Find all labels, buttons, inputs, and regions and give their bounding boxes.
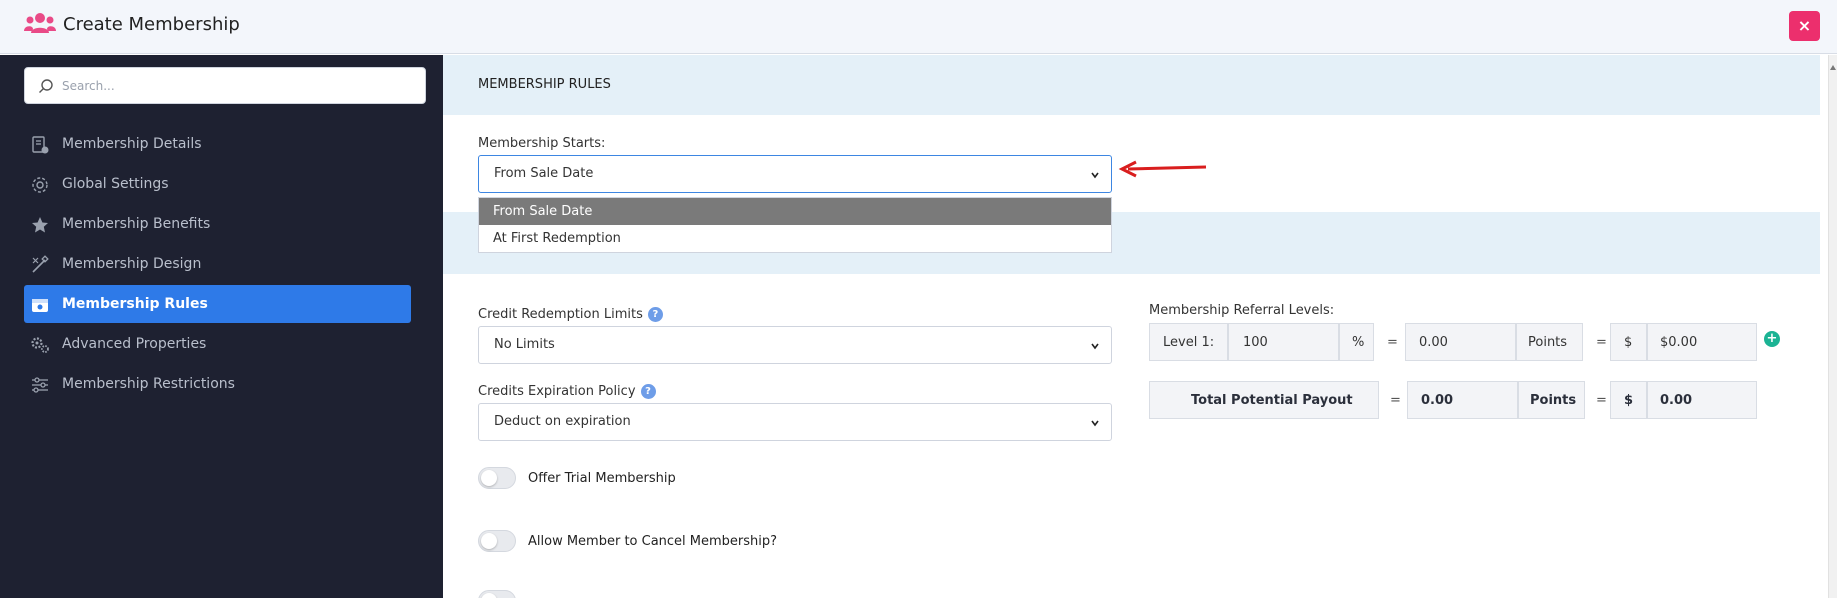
sidebar-item-advanced-properties[interactable]: Advanced Properties	[24, 325, 411, 363]
chevron-down-icon	[1091, 343, 1099, 350]
sidebar-item-label: Membership Details	[62, 136, 202, 152]
total-amount-value: 0.00	[1647, 381, 1757, 419]
close-button[interactable]: ×	[1789, 11, 1820, 41]
annotation-arrow-icon	[1118, 160, 1207, 178]
search-box[interactable]	[24, 67, 426, 104]
level-label-cell: Level 1:	[1149, 323, 1228, 361]
page-title: Create Membership	[63, 14, 240, 35]
sidebar-item-membership-rules[interactable]: Membership Rules	[24, 285, 411, 323]
scrollbar[interactable]	[1828, 55, 1837, 598]
select-value: From Sale Date	[494, 166, 594, 181]
equals-sign: =	[1390, 393, 1401, 408]
search-input[interactable]	[62, 76, 412, 96]
membership-starts-label: Membership Starts:	[478, 136, 606, 151]
referral-levels-label: Membership Referral Levels:	[1149, 303, 1335, 318]
trial-membership-label: Offer Trial Membership	[528, 471, 676, 486]
expiration-label: Credits Expiration Policy?	[478, 384, 656, 399]
credit-limits-label: Credit Redemption Limits?	[478, 307, 663, 322]
chevron-down-icon	[1091, 420, 1099, 427]
document-icon	[32, 136, 49, 154]
sidebar-item-label: Membership Benefits	[62, 216, 211, 232]
sidebar-item-label: Advanced Properties	[62, 336, 207, 352]
sidebar-item-label: Membership Design	[62, 256, 202, 272]
scroll-up-icon[interactable]	[1830, 65, 1836, 70]
amount-input[interactable]: $0.00	[1647, 323, 1757, 361]
total-payout-label-cell: Total Potential Payout	[1149, 381, 1379, 419]
points-input[interactable]: 0.00	[1405, 323, 1516, 361]
sidebar: Membership Details Global Settings Membe…	[0, 55, 443, 598]
gear-icon	[32, 177, 48, 193]
design-tools-icon	[32, 255, 49, 273]
select-value: No Limits	[494, 337, 555, 352]
sidebar-item-membership-design[interactable]: Membership Design	[24, 245, 411, 283]
users-icon	[24, 13, 56, 33]
currency-addon: $	[1610, 323, 1647, 361]
help-icon[interactable]: ?	[640, 384, 656, 399]
sidebar-item-label: Global Settings	[62, 176, 169, 192]
dropdown-option[interactable]: From Sale Date	[479, 198, 1111, 225]
trial-membership-toggle[interactable]	[478, 467, 516, 489]
gears-icon	[31, 337, 49, 353]
allow-cancel-label: Allow Member to Cancel Membership?	[528, 534, 778, 549]
membership-starts-dropdown: From Sale Date At First Redemption	[478, 197, 1112, 253]
expiration-select[interactable]: Deduct on expiration	[478, 403, 1112, 441]
sidebar-item-label: Membership Rules	[62, 296, 208, 312]
level-percent-input[interactable]: 100	[1228, 323, 1339, 361]
total-points-value: 0.00	[1407, 381, 1518, 419]
ticket-icon	[32, 299, 48, 312]
section-header: MEMBERSHIP RULES	[443, 55, 1820, 115]
sidebar-item-label: Membership Restrictions	[62, 376, 235, 392]
equals-sign: =	[1596, 393, 1607, 408]
main-content: MEMBERSHIP RULES Membership Starts: From…	[443, 55, 1828, 598]
app-header: Create Membership ×	[0, 0, 1837, 54]
sidebar-item-global-settings[interactable]: Global Settings	[24, 165, 411, 203]
total-currency-addon: $	[1610, 381, 1647, 419]
help-icon[interactable]: ?	[647, 307, 663, 322]
toggle-partial[interactable]	[478, 590, 516, 598]
percent-addon: %	[1339, 323, 1374, 361]
credit-limits-select[interactable]: No Limits	[478, 326, 1112, 364]
equals-sign: =	[1596, 335, 1607, 350]
search-icon	[39, 79, 53, 93]
dropdown-option[interactable]: At First Redemption	[479, 225, 1111, 252]
membership-starts-select[interactable]: From Sale Date	[478, 155, 1112, 193]
sliders-icon	[32, 377, 48, 393]
sidebar-item-membership-benefits[interactable]: Membership Benefits	[24, 205, 411, 243]
total-points-addon: Points	[1518, 381, 1585, 419]
sidebar-item-membership-details[interactable]: Membership Details	[24, 125, 411, 163]
add-level-button[interactable]: +	[1764, 331, 1780, 347]
chevron-down-icon	[1091, 172, 1099, 179]
sidebar-item-membership-restrictions[interactable]: Membership Restrictions	[24, 365, 411, 403]
select-value: Deduct on expiration	[494, 414, 631, 429]
points-addon: Points	[1516, 323, 1583, 361]
equals-sign: =	[1387, 335, 1398, 350]
allow-cancel-toggle[interactable]	[478, 530, 516, 552]
section-title: MEMBERSHIP RULES	[478, 77, 611, 92]
star-icon	[32, 217, 48, 233]
